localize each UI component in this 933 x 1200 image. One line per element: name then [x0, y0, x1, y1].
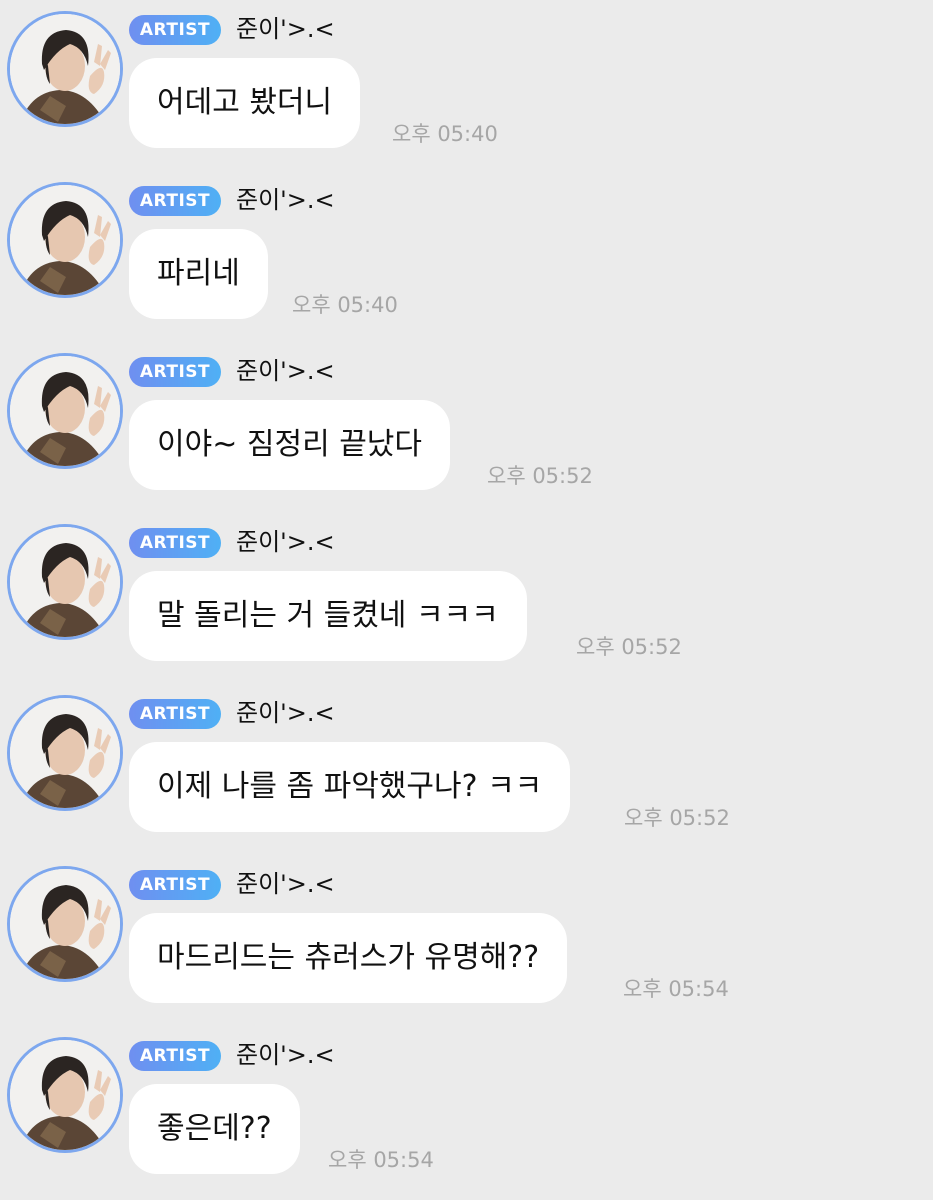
message-timestamp: 오후 05:40 [292, 293, 398, 317]
message-bubble[interactable]: 어데고 봤더니 [129, 58, 361, 148]
artist-avatar[interactable] [10, 356, 120, 466]
chat-message: ARTIST 준이'>.< 파리네 오후 05:40 [0, 171, 933, 342]
message-timestamp: 오후 05:54 [623, 977, 729, 1001]
avatar-photo-icon [10, 527, 120, 637]
artist-badge: ARTIST [129, 699, 221, 729]
message-bubble[interactable]: 말 돌리는 거 들켰네 ㅋㅋㅋ [129, 571, 527, 661]
artist-badge: ARTIST [129, 186, 221, 216]
artist-badge: ARTIST [129, 1041, 221, 1071]
chat-message: ARTIST 준이'>.< 이야~ 짐정리 끝났다 오후 05:52 [0, 342, 933, 513]
artist-avatar[interactable] [10, 1040, 120, 1150]
artist-badge: ARTIST [129, 528, 221, 558]
sender-name: 준이'>.< [236, 186, 335, 214]
message-timestamp: 오후 05:52 [624, 806, 730, 830]
artist-avatar[interactable] [10, 14, 120, 124]
sender-name: 준이'>.< [236, 870, 335, 898]
sender-name: 준이'>.< [236, 15, 335, 43]
artist-badge: ARTIST [129, 870, 221, 900]
message-timestamp: 오후 05:52 [576, 635, 682, 659]
message-bubble[interactable]: 파리네 [129, 229, 268, 319]
artist-badge: ARTIST [129, 15, 221, 45]
chat-message: ARTIST 준이'>.< 좋은데?? 오후 05:54 [0, 1026, 933, 1197]
sender-name: 준이'>.< [236, 1041, 335, 1069]
message-timestamp: 오후 05:54 [328, 1148, 434, 1172]
artist-avatar[interactable] [10, 527, 120, 637]
avatar-photo-icon [10, 1040, 120, 1150]
message-timestamp: 오후 05:52 [487, 464, 593, 488]
chat-message: ARTIST 준이'>.< 이제 나를 좀 파악했구나? ㅋㅋ 오후 05:52 [0, 684, 933, 855]
message-bubble[interactable]: 좋은데?? [129, 1084, 300, 1174]
chat-message: ARTIST 준이'>.< 마드리드는 츄러스가 유명해?? 오후 05:54 [0, 855, 933, 1026]
message-bubble[interactable]: 이야~ 짐정리 끝났다 [129, 400, 451, 490]
avatar-photo-icon [10, 14, 120, 124]
chat-message: ARTIST 준이'>.< 말 돌리는 거 들켰네 ㅋㅋㅋ 오후 05:52 [0, 513, 933, 684]
sender-name: 준이'>.< [236, 699, 335, 727]
message-bubble[interactable]: 이제 나를 좀 파악했구나? ㅋㅋ [129, 742, 571, 832]
message-bubble[interactable]: 마드리드는 츄러스가 유명해?? [129, 913, 568, 1003]
avatar-photo-icon [10, 185, 120, 295]
avatar-photo-icon [10, 698, 120, 808]
message-timestamp: 오후 05:40 [392, 122, 498, 146]
chat-message: ARTIST 준이'>.< 어데고 봤더니 오후 05:40 [0, 0, 933, 171]
avatar-photo-icon [10, 869, 120, 979]
chat-message-list: ARTIST 준이'>.< 어데고 봤더니 오후 05:40 ARTIST 준이… [0, 0, 933, 1200]
artist-avatar[interactable] [10, 698, 120, 808]
avatar-photo-icon [10, 356, 120, 466]
artist-avatar[interactable] [10, 185, 120, 295]
artist-badge: ARTIST [129, 357, 221, 387]
artist-avatar[interactable] [10, 869, 120, 979]
sender-name: 준이'>.< [236, 528, 335, 556]
sender-name: 준이'>.< [236, 357, 335, 385]
